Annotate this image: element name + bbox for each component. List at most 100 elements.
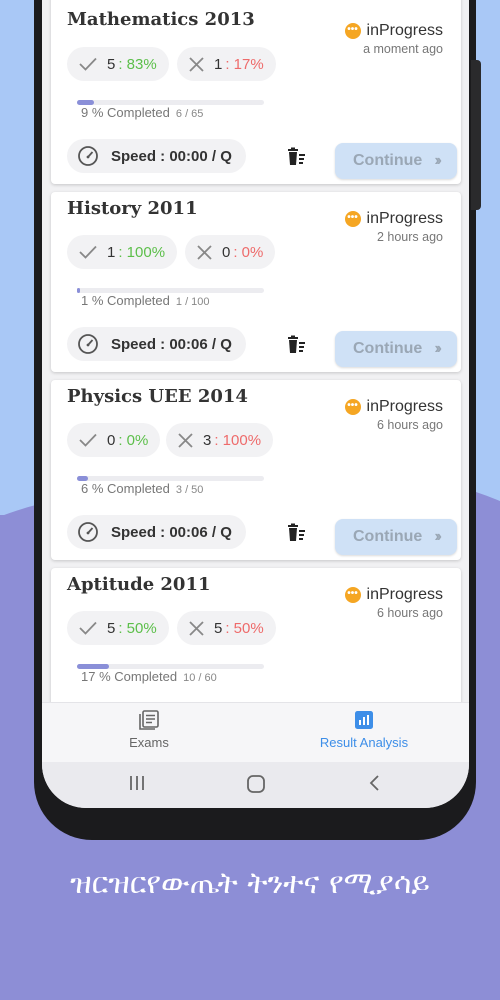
speed-pill: Speed : 00:06 / Q <box>67 515 246 549</box>
correct-pill: 5 : 50% <box>67 611 169 645</box>
correct-pill: 0 : 0% <box>67 423 161 457</box>
speedometer-icon <box>78 522 98 542</box>
check-icon <box>79 433 97 447</box>
progress-percent: 1 % Completed <box>81 293 170 308</box>
continue-button[interactable]: Continue ›› <box>335 519 457 555</box>
delete-icon[interactable] <box>285 146 309 170</box>
nav-result-label: Result Analysis <box>319 735 409 750</box>
nav-result-analysis[interactable]: Result Analysis <box>304 709 424 750</box>
wrong-count: 5 <box>214 619 223 637</box>
wrong-percent: : 100% <box>214 431 262 449</box>
in-progress-icon: ••• <box>344 587 361 603</box>
in-progress-icon: ••• <box>344 23 361 39</box>
exam-title: History 2011 <box>67 198 198 219</box>
correct-percent: : 50% <box>118 619 157 637</box>
exam-card[interactable]: History 2011 ••• inProgress 2 hours ago … <box>51 192 461 372</box>
x-icon <box>197 244 212 260</box>
progress-percent: 17 % Completed <box>81 669 178 684</box>
nav-exams[interactable]: Exams <box>114 709 184 750</box>
status-block: ••• inProgress 6 hours ago <box>344 586 443 620</box>
correct-count: 1 <box>107 243 116 261</box>
speed-text: Speed : 00:06 / Q <box>111 523 232 541</box>
recent-apps-icon[interactable] <box>128 774 146 792</box>
delete-icon[interactable] <box>285 522 309 546</box>
progress-text: 6 % Completed 3 / 50 <box>81 481 203 496</box>
correct-percent: : 0% <box>118 431 149 449</box>
exam-card[interactable]: Physics UEE 2014 ••• inProgress 6 hours … <box>51 380 461 560</box>
correct-pill: 5 : 83% <box>67 47 169 81</box>
status-time: 6 hours ago <box>376 418 443 432</box>
back-icon[interactable] <box>368 774 382 792</box>
wrong-pill: 0 : 0% <box>185 235 276 269</box>
speed-text: Speed : 00:00 / Q <box>111 147 232 165</box>
phone-side-button <box>471 60 481 210</box>
progress-count: 6 / 65 <box>175 108 204 120</box>
speed-text: Speed : 00:06 / Q <box>111 335 232 353</box>
continue-button[interactable]: Continue ›› <box>335 143 457 179</box>
progress-count: 1 / 100 <box>175 296 210 308</box>
wrong-pill: 3 : 100% <box>166 423 274 457</box>
status-block: ••• inProgress 2 hours ago <box>344 210 443 244</box>
continue-label: Continue <box>353 340 423 357</box>
exam-card[interactable]: Aptitude 2011 ••• inProgress 6 hours ago… <box>51 568 461 718</box>
speed-pill: Speed : 00:06 / Q <box>67 327 246 361</box>
wrong-count: 3 <box>203 431 212 449</box>
wrong-percent: : 0% <box>233 243 264 261</box>
progress-fill <box>77 288 80 293</box>
speed-pill: Speed : 00:00 / Q <box>67 139 246 173</box>
nav-exams-label: Exams <box>129 735 169 750</box>
exam-title: Mathematics 2013 <box>67 9 255 30</box>
correct-count: 5 <box>107 55 116 73</box>
app-screen: Mathematics 2013 ••• inProgress a moment… <box>42 0 469 808</box>
in-progress-icon: ••• <box>344 399 361 415</box>
promo-caption: ዝርዝርየውጤት ትንተና የሚያሳይ <box>70 866 430 901</box>
progress-text: 17 % Completed 10 / 60 <box>81 669 217 684</box>
exam-title: Aptitude 2011 <box>67 574 211 595</box>
status-label: inProgress <box>366 210 443 227</box>
home-icon[interactable] <box>246 774 266 794</box>
check-icon <box>79 621 97 635</box>
status-label: inProgress <box>366 22 443 39</box>
x-icon <box>189 620 204 636</box>
progress-count: 3 / 50 <box>175 484 204 496</box>
wrong-count: 0 <box>222 243 231 261</box>
check-icon <box>79 57 97 71</box>
status-label: inProgress <box>366 586 443 603</box>
progress-count: 10 / 60 <box>183 672 217 684</box>
correct-count: 5 <box>107 619 116 637</box>
double-chevron-right-icon: ›› <box>434 528 441 545</box>
continue-button[interactable]: Continue ›› <box>335 331 457 367</box>
progress-percent: 9 % Completed <box>81 105 170 120</box>
wrong-count: 1 <box>214 55 223 73</box>
double-chevron-right-icon: ›› <box>434 340 441 357</box>
double-chevron-right-icon: ›› <box>434 152 441 169</box>
x-icon <box>189 56 204 72</box>
status-block: ••• inProgress 6 hours ago <box>344 398 443 432</box>
wrong-pill: 5 : 50% <box>177 611 276 645</box>
wrong-percent: : 50% <box>225 619 264 637</box>
correct-pill: 1 : 100% <box>67 235 178 269</box>
continue-label: Continue <box>353 528 423 545</box>
progress-text: 1 % Completed 1 / 100 <box>81 293 210 308</box>
bottom-navigation: Exams Result Analysis <box>42 702 469 762</box>
correct-count: 0 <box>107 431 116 449</box>
x-icon <box>178 432 193 448</box>
correct-percent: : 83% <box>118 55 157 73</box>
speedometer-icon <box>78 334 98 354</box>
speedometer-icon <box>78 146 98 166</box>
progress-percent: 6 % Completed <box>81 481 170 496</box>
wrong-pill: 1 : 17% <box>177 47 276 81</box>
check-icon <box>79 245 97 259</box>
delete-icon[interactable] <box>285 334 309 358</box>
continue-label: Continue <box>353 152 423 169</box>
status-label: inProgress <box>366 398 443 415</box>
status-time: 2 hours ago <box>376 230 443 244</box>
status-time: 6 hours ago <box>376 606 443 620</box>
in-progress-icon: ••• <box>344 211 361 227</box>
system-navigation-bar <box>42 762 469 808</box>
status-block: ••• inProgress a moment ago <box>344 22 443 56</box>
chart-icon <box>355 711 373 729</box>
progress-text: 9 % Completed 6 / 65 <box>81 105 203 120</box>
exam-card[interactable]: Mathematics 2013 ••• inProgress a moment… <box>51 0 461 184</box>
wrong-percent: : 17% <box>225 55 264 73</box>
